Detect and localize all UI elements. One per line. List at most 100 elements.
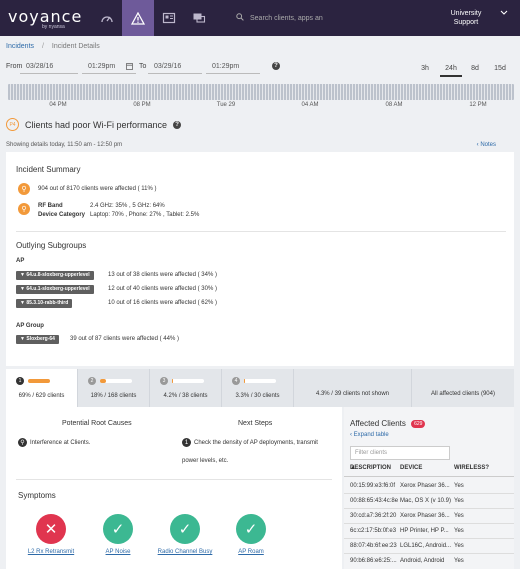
table-cell: Xerox Phaser 36...: [400, 483, 450, 489]
affected-clients-panel: Affected Clients 629 ‹ Expand table Filt…: [344, 407, 514, 569]
ap-tag-label: 64.u.1-sloxberg-upperlevel: [26, 286, 90, 292]
help-icon[interactable]: ?: [173, 120, 182, 129]
tab-label: 18% / 168 clients: [90, 393, 137, 399]
timeline-tick: 08 PM: [133, 102, 151, 108]
subgroup-tabs: 1 69% / 629 clients 2 18% / 168 clients …: [6, 369, 514, 407]
table-row[interactable]: 30:cd:a7:36:2f:20 Xerox Phaser 36... Yes: [344, 509, 514, 524]
calendar-icon[interactable]: [126, 62, 133, 72]
search-icon: ⚲: [18, 438, 27, 447]
table-cell: Mac, OS X (v 10.9): [400, 498, 452, 504]
breadcrumb-incidents-link[interactable]: Incidents: [6, 43, 34, 50]
tab-progress-bar: [100, 379, 132, 383]
table-cell: Yes: [454, 483, 464, 489]
table-cell: 00:88:65:43:4c:8e: [350, 498, 399, 504]
tab-progress-bar: [172, 379, 204, 383]
breadcrumb-separator: /: [41, 43, 44, 50]
from-date-field[interactable]: 03/28/16: [20, 61, 78, 74]
table-row[interactable]: 00:15:99:e3:f6:0f Xerox Phaser 36... Yes: [344, 479, 514, 494]
ap-group-tag[interactable]: ▼ Sloxberg-64: [16, 335, 59, 344]
ap-tag[interactable]: ▼ 85.3.10-rabb-third: [16, 299, 73, 308]
timeline-tick: 12 PM: [469, 102, 487, 108]
timeline-tick: 04 AM: [301, 102, 319, 108]
range-3h-button[interactable]: 3h: [414, 63, 436, 75]
filter-clients-input[interactable]: Filter clients: [350, 446, 450, 460]
tab-not-shown[interactable]: 4.3% / 39 clients not shown: [294, 369, 412, 407]
ap-tag-label: 64.u.8-sloxberg-upperlevel: [26, 272, 90, 278]
incident-panel: Incident Summary ⚲ 904 out of 8170 clien…: [6, 152, 514, 366]
table-cell: Android, Android: [400, 558, 445, 564]
incident-title-row: P4 Clients had poor Wi-Fi performance ?: [6, 118, 182, 131]
nav-incidents[interactable]: [122, 0, 154, 36]
next-steps-heading: Next Steps: [238, 420, 273, 427]
search-placeholder: Search clients, apps an: [250, 14, 323, 22]
subgroup-details: Potential Root Causes Next Steps ⚲ Inter…: [6, 407, 342, 569]
to-date-field[interactable]: 03/29/16: [148, 61, 202, 74]
logo[interactable]: voyance by nyansa: [0, 0, 92, 36]
table-row[interactable]: 88:07:4b:6f:ee:23 LGL16C, Android... Yes: [344, 539, 514, 554]
ap-affected-text: 10 out of 16 clients were affected ( 62%…: [108, 300, 217, 306]
symptom-link[interactable]: AP Roam: [238, 549, 264, 555]
next-step-line: Check the density of AP deployments, tra…: [194, 440, 318, 446]
notes-link[interactable]: ‹ Notes: [477, 142, 496, 148]
table-cell: Yes: [454, 528, 464, 534]
table-cell: HP Printer, HP P...: [400, 528, 449, 534]
symptom-link[interactable]: L2 Rx Retransmit: [28, 549, 74, 555]
rf-band-value: 2.4 GHz: 35% , 5 GHz: 64%: [90, 203, 165, 209]
tab-label: 4.2% / 38 clients: [163, 393, 208, 399]
org-name-line1: University: [450, 10, 482, 17]
tab-all-affected[interactable]: All affected clients (904): [412, 369, 514, 407]
table-cell: 90:b6:86:e6:25:...: [350, 558, 397, 564]
column-header-wireless[interactable]: WIRELESS?: [454, 465, 489, 471]
device-category-label: Device Category: [38, 212, 86, 218]
table-cell: LGL16C, Android...: [400, 543, 452, 549]
tab-number: 1: [16, 377, 24, 385]
search-icon: ⚲: [18, 203, 30, 215]
image-grid-icon: [162, 12, 176, 24]
ap-tag[interactable]: ▼ 64.u.1-sloxberg-upperlevel: [16, 285, 94, 294]
tab-label: 69% / 629 clients: [18, 393, 65, 399]
range-24h-button[interactable]: 24h: [440, 63, 462, 77]
nav-messages[interactable]: [184, 0, 214, 36]
tab-number: 4: [232, 377, 240, 385]
symptom-link[interactable]: Radio Channel Busy: [158, 549, 213, 555]
check-icon: ✓: [236, 514, 266, 544]
table-cell: 00:15:99:e3:f6:0f: [350, 483, 396, 489]
column-header-device[interactable]: DEVICE: [400, 465, 422, 471]
org-selector[interactable]: University Support: [436, 0, 496, 36]
timeline-bar[interactable]: [8, 84, 514, 100]
table-cell: Yes: [454, 558, 464, 564]
table-cell: Yes: [454, 543, 464, 549]
ap-affected-text: 12 out of 40 clients were affected ( 30%…: [108, 286, 217, 292]
nav-dashboard[interactable]: [92, 0, 122, 36]
ap-tag[interactable]: ▼ 64.u.8-sloxberg-upperlevel: [16, 271, 94, 280]
tab-subgroup-1[interactable]: 1 69% / 629 clients: [6, 369, 78, 407]
to-label: To: [139, 63, 147, 70]
search-input[interactable]: Search clients, apps an: [236, 0, 406, 36]
sort-asc-icon: ▲: [350, 465, 356, 471]
range-15d-button[interactable]: 15d: [489, 63, 511, 75]
table-cell: 6c:c2:17:5b:0f:e3: [350, 528, 397, 534]
symptoms-heading: Symptoms: [18, 491, 56, 500]
column-header-label: DESCRIPTION: [350, 465, 392, 471]
check-icon: ✓: [170, 514, 200, 544]
check-icon: ✓: [103, 514, 133, 544]
range-8d-button[interactable]: 8d: [464, 63, 486, 75]
table-row[interactable]: 6c:c2:17:5b:0f:e3 HP Printer, HP P... Ye…: [344, 524, 514, 539]
tab-subgroup-4[interactable]: 4 3.3% / 30 clients: [222, 369, 294, 407]
table-row[interactable]: 00:88:65:43:4c:8e Mac, OS X (v 10.9) Yes: [344, 494, 514, 509]
nav-reports[interactable]: [154, 0, 184, 36]
expand-table-link[interactable]: ‹ Expand table: [350, 432, 389, 438]
next-step-line: power levels, etc.: [182, 458, 229, 464]
root-causes-heading: Potential Root Causes: [62, 420, 132, 427]
table-row[interactable]: 90:b6:86:e6:25:... Android, Android Yes: [344, 554, 514, 569]
top-nav: voyance by nyansa Search clients, apps a…: [0, 0, 520, 36]
chevron-down-icon[interactable]: [500, 0, 508, 36]
tab-label: 4.3% / 39 clients not shown: [315, 391, 390, 397]
symptom-link[interactable]: AP Noise: [106, 549, 131, 555]
timeline-tick: 04 PM: [49, 102, 67, 108]
tab-label: All affected clients (904): [431, 391, 495, 397]
tab-subgroup-2[interactable]: 2 18% / 168 clients: [78, 369, 150, 407]
tab-subgroup-3[interactable]: 3 4.2% / 38 clients: [150, 369, 222, 407]
to-time-field[interactable]: 01:29pm: [206, 61, 260, 74]
table-cell: Yes: [454, 498, 464, 504]
